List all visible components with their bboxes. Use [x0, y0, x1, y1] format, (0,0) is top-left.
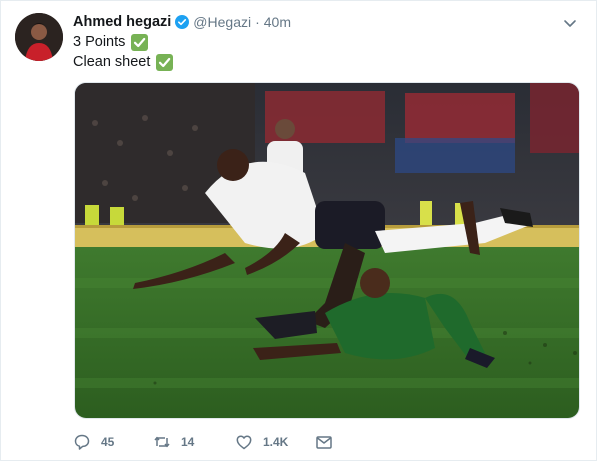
tweet-media-photo[interactable]: [74, 82, 580, 419]
separator-dot: ·: [255, 14, 260, 30]
check-mark-icon: [156, 53, 174, 71]
tweet-text-clean-sheet: Clean sheet: [73, 54, 151, 70]
direct-message-button[interactable]: [315, 431, 343, 453]
reply-button[interactable]: 45: [73, 431, 114, 453]
envelope-icon: [316, 436, 332, 449]
tweet-timestamp[interactable]: 40m: [264, 14, 291, 30]
verified-badge-icon: [175, 15, 190, 29]
avatar[interactable]: [15, 13, 63, 61]
heart-icon: [236, 435, 252, 450]
tweet-text-line: Clean sheet: [73, 52, 174, 72]
reply-icon: [74, 434, 90, 450]
tweet-header: Ahmed hegazi @Hegazi · 40m: [73, 12, 291, 32]
tweet-actions: 45 14 1.4K: [73, 431, 493, 453]
tweet-card: Ahmed hegazi @Hegazi · 40m 3 Points Clea…: [0, 0, 597, 461]
author-handle[interactable]: @Hegazi: [193, 14, 251, 30]
football-match-photo-icon: [75, 83, 579, 418]
reply-count: 45: [101, 435, 115, 449]
retweet-icon: [154, 436, 170, 448]
check-mark-icon: [131, 33, 149, 51]
retweet-count: 14: [181, 435, 195, 449]
tweet-text-points: 3 Points: [73, 34, 126, 50]
retweet-button[interactable]: 14: [153, 431, 194, 453]
author-name[interactable]: Ahmed hegazi: [73, 14, 171, 30]
tweet-text-line: 3 Points: [73, 32, 149, 52]
chevron-down-icon[interactable]: [562, 15, 578, 31]
like-button[interactable]: 1.4K: [235, 431, 288, 453]
like-count: 1.4K: [263, 435, 289, 449]
